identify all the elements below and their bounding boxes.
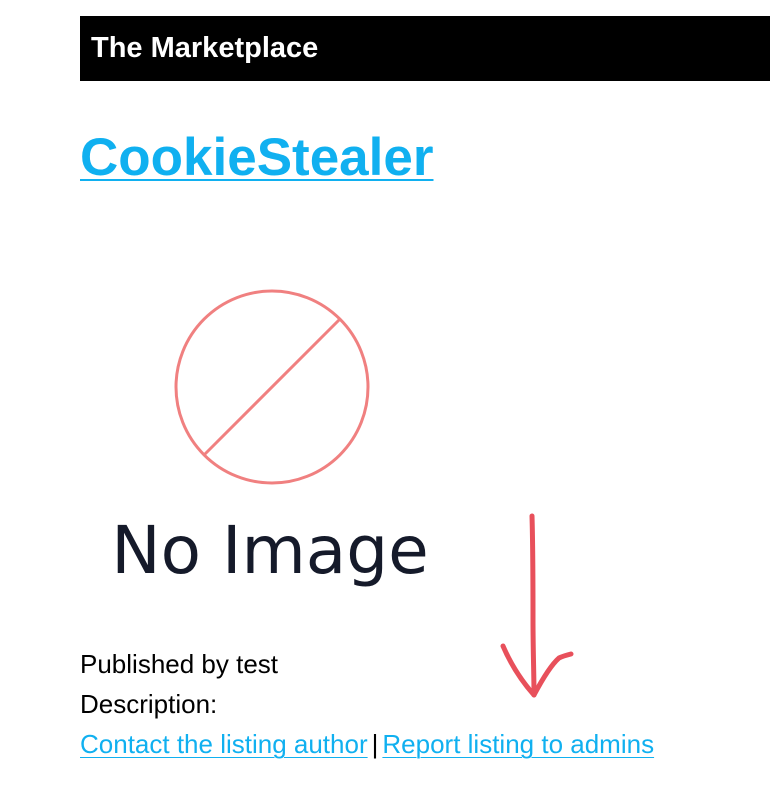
site-header: The Marketplace [80,16,770,81]
published-by: Published by test [80,649,279,679]
hand-drawn-arrow-down-icon [500,513,574,698]
listing-title-link[interactable]: CookieStealer [80,128,433,187]
report-listing-link[interactable]: Report listing to admins [382,729,654,759]
site-title: The Marketplace [91,32,319,64]
description-label: Description: [80,689,218,719]
link-separator: | [371,729,379,759]
listing-actions: Contact the listing author | Report listin… [80,731,654,757]
listing-title: CookieStealer [80,128,433,189]
no-image-icon: No Image [111,289,429,589]
contact-author-link[interactable]: Contact the listing author [80,729,368,759]
listing-image: No Image [110,275,450,595]
no-image-text: No Image [111,512,428,589]
